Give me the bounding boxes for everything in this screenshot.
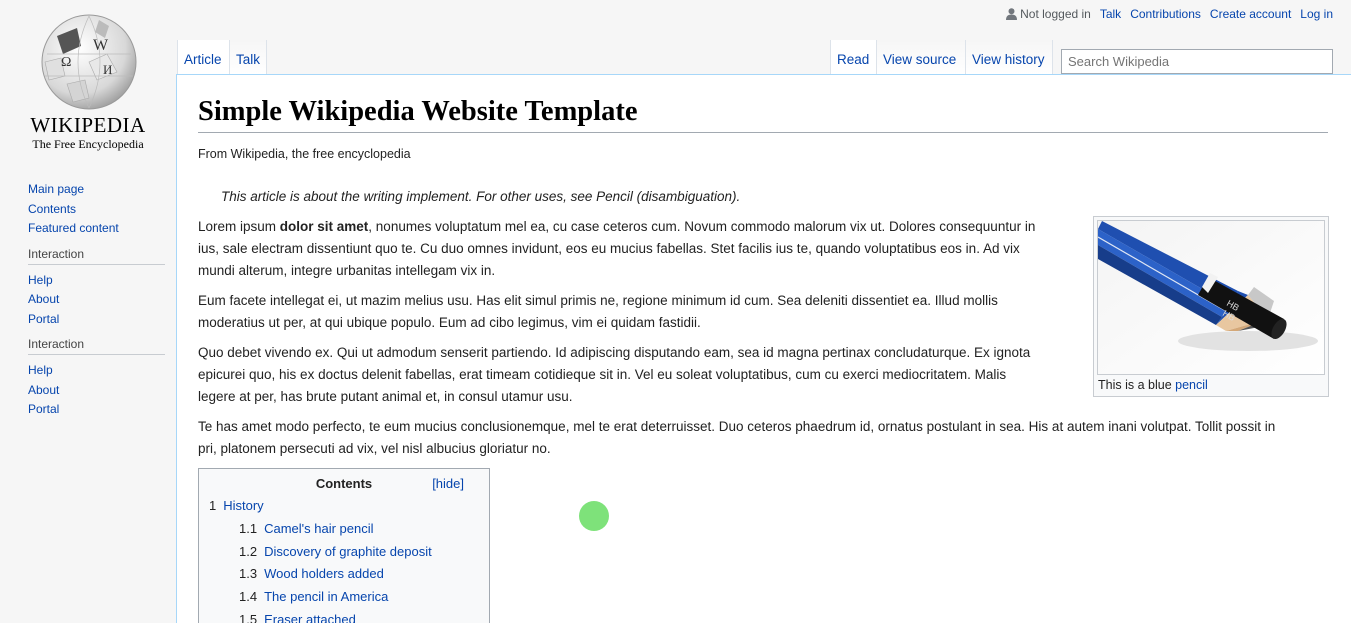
svg-text:И: И [103, 62, 112, 77]
paragraph-4: Te has amet modo perfecto, te eum mucius… [198, 419, 1276, 456]
toc-item[interactable]: 1.4 The pencil in America [209, 586, 479, 609]
toc-item[interactable]: 1.1 Camel's hair pencil [209, 518, 479, 541]
login-status: Not logged in [1006, 7, 1091, 21]
sidebar-heading: Interaction [28, 247, 165, 265]
content-area: Simple Wikipedia Website Template From W… [176, 74, 1351, 623]
hatnote: This article is about the writing implem… [221, 189, 741, 204]
site-subtitle: From Wikipedia, the free encyclopedia [198, 147, 411, 161]
log-in-link[interactable]: Log in [1300, 7, 1333, 21]
login-status-text: Not logged in [1020, 7, 1091, 21]
paragraph-3: Quo debet vivendo ex. Qui ut admodum sen… [198, 345, 1031, 404]
pencil-link[interactable]: pencil [1175, 378, 1208, 392]
tab-view-history[interactable]: View history [965, 40, 1053, 74]
svg-text:W: W [93, 37, 109, 54]
tab-article[interactable]: Article [177, 40, 229, 74]
tab-talk[interactable]: Talk [229, 40, 267, 74]
pencil-image[interactable]: HB HB [1097, 220, 1325, 375]
toc-item[interactable]: 1.3 Wood holders added [209, 563, 479, 586]
sidebar-item-main-page[interactable]: Main page [28, 182, 84, 196]
toc-item[interactable]: 1.5 Eraser attached [209, 609, 479, 623]
cursor-indicator [579, 501, 609, 531]
toc-hide-toggle[interactable]: [hide] [432, 476, 464, 491]
sidebar-group-interaction: Interaction Help About Portal [28, 247, 165, 330]
sidebar-item-portal[interactable]: Portal [28, 312, 59, 326]
toc-title: Contents [hide] [315, 476, 464, 491]
image-thumbnail: HB HB This is a blue pencil [1093, 216, 1329, 397]
paragraph-2: Eum facete intellegat ei, ut mazim meliu… [198, 293, 998, 330]
pencil-illustration: HB HB [1098, 221, 1324, 374]
tab-view-source[interactable]: View source [876, 40, 965, 74]
personal-tools: Not logged in Talk Contributions Create … [1006, 7, 1333, 21]
sidebar: Main page Contents Featured content Inte… [0, 180, 176, 420]
search-input[interactable] [1061, 49, 1333, 74]
sidebar-heading: Interaction [28, 337, 165, 355]
toc-item[interactable]: 1 History [209, 495, 479, 518]
contributions-link[interactable]: Contributions [1130, 7, 1201, 21]
wordmark: WIKIPEDIA [30, 113, 146, 137]
table-of-contents: Contents [hide] 1 History 1.1 Camel's hair… [198, 468, 490, 623]
create-account-link[interactable]: Create account [1210, 7, 1291, 21]
sidebar-navigation: Main page Contents Featured content [28, 180, 165, 239]
user-icon [1006, 8, 1018, 20]
sidebar-item-contents[interactable]: Contents [28, 202, 76, 216]
tab-read[interactable]: Read [830, 40, 876, 74]
sidebar-item-help[interactable]: Help [28, 273, 53, 287]
svg-text:Ω: Ω [61, 55, 71, 70]
thumbnail-caption: This is a blue pencil [1098, 378, 1208, 392]
sidebar-item-help[interactable]: Help [28, 363, 53, 377]
toc-item[interactable]: 1.2 Discovery of graphite deposit [209, 541, 479, 564]
globe-icon: Ω W И [41, 14, 137, 110]
sidebar-group-interaction-2: Interaction Help About Portal [28, 337, 165, 420]
wikipedia-logo[interactable]: Ω W И WIKIPEDIA The Free Encyclopedia [0, 0, 176, 160]
sidebar-item-about[interactable]: About [28, 383, 59, 397]
sidebar-item-about[interactable]: About [28, 292, 59, 306]
page-title: Simple Wikipedia Website Template [198, 96, 1328, 133]
sidebar-item-featured-content[interactable]: Featured content [28, 221, 119, 235]
paragraph-1: Lorem ipsum dolor sit amet, nonumes volu… [198, 219, 1036, 278]
sidebar-item-portal[interactable]: Portal [28, 402, 59, 416]
user-talk-link[interactable]: Talk [1100, 7, 1121, 21]
tagline: The Free Encyclopedia [32, 137, 144, 151]
